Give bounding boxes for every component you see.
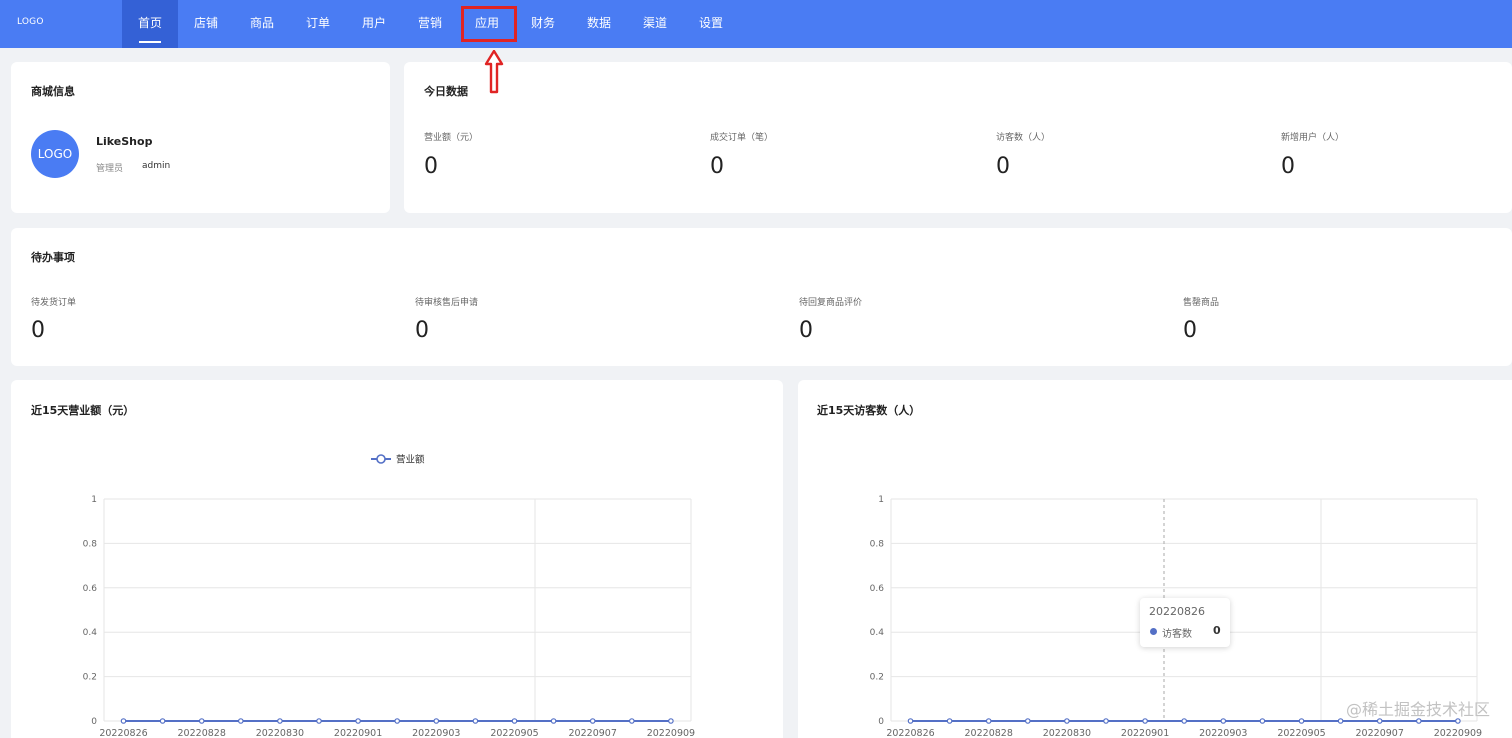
revenue-data-point — [589, 718, 596, 724]
revenue-data-point — [120, 718, 127, 724]
tooltip-series-marker — [1150, 628, 1157, 635]
visitor-y-tick-label: 0 — [878, 717, 884, 727]
visitor-data-point — [1298, 718, 1305, 724]
revenue-y-tick-label: 1 — [91, 495, 97, 505]
visitor-x-tick-label: 20220903 — [1199, 728, 1247, 738]
visitor-data-point — [985, 718, 992, 724]
revenue-x-tick-label: 20220828 — [178, 728, 226, 738]
revenue-data-point — [198, 718, 205, 724]
revenue-x-tick-label: 20220830 — [256, 728, 304, 738]
visitor-data-point — [1142, 718, 1148, 724]
revenue-x-tick-label: 20220826 — [99, 728, 147, 738]
revenue-data-point — [316, 718, 322, 724]
annotation-highlight-box — [461, 6, 517, 42]
charts-layer: 0 0.2 0.4 0.6 0.8 1 20220826 20220828 20220830 20… — [83, 454, 1482, 738]
visitor-x-tick-label: 20220828 — [965, 728, 1013, 738]
revenue-x-tick-label: 20220903 — [412, 728, 460, 738]
revenue-data-point — [238, 718, 244, 724]
tooltip-value: 0 — [1213, 624, 1221, 637]
visitor-y-tick-label: 0.8 — [870, 539, 885, 549]
visitor-data-point — [946, 718, 953, 724]
revenue-data-point — [668, 718, 674, 724]
visitor-x-tick-label: 20220909 — [1434, 728, 1482, 738]
visitor-data-point — [1025, 718, 1031, 724]
revenue-data-point — [394, 718, 401, 724]
visitor-data-point — [1337, 718, 1344, 724]
visitor-data-point — [1103, 718, 1109, 724]
revenue-data-point — [277, 718, 283, 724]
watermark: @稀土掘金技术社区 — [1345, 700, 1490, 719]
revenue-data-point — [472, 718, 479, 724]
chart-tooltip: 20220826 访客数 0 — [1140, 598, 1230, 647]
revenue-data-point — [628, 718, 635, 724]
revenue-data-point — [550, 718, 557, 724]
visitor-y-tick-label: 0.4 — [870, 628, 885, 638]
revenue-data-point — [433, 718, 440, 724]
visitor-x-tick-label: 20220830 — [1043, 728, 1091, 738]
visitor-y-tick-label: 0.2 — [870, 673, 884, 683]
revenue-x-tick-label: 20220905 — [490, 728, 538, 738]
revenue-y-tick-label: 0.2 — [83, 673, 97, 683]
revenue-y-tick-label: 0.8 — [83, 539, 98, 549]
revenue-y-tick-label: 0 — [91, 717, 97, 727]
visitor-x-tick-label: 20220905 — [1277, 728, 1325, 738]
revenue-x-tick-label: 20220907 — [569, 728, 617, 738]
visitor-x-tick-label: 20220901 — [1121, 728, 1169, 738]
revenue-data-point — [159, 718, 166, 724]
revenue-legend-marker — [376, 454, 386, 464]
revenue-x-tick-label: 20220909 — [647, 728, 695, 738]
visitor-y-tick-label: 1 — [878, 495, 884, 505]
tooltip-date: 20220826 — [1149, 605, 1205, 618]
revenue-data-point — [511, 718, 518, 724]
visitor-x-tick-label: 20220826 — [886, 728, 934, 738]
annotation-up-arrow-icon — [484, 50, 504, 94]
visitor-x-tick-label: 20220907 — [1356, 728, 1404, 738]
visitor-data-point — [1220, 718, 1227, 724]
visitor-data-point — [1181, 718, 1188, 724]
visitor-y-tick-label: 0.6 — [870, 584, 885, 594]
visitor-data-point — [1259, 718, 1266, 724]
revenue-x-tick-label: 20220901 — [334, 728, 382, 738]
tooltip-series-name: 访客数 — [1162, 629, 1192, 640]
visitor-data-point — [907, 718, 914, 724]
visitor-data-point — [1064, 718, 1070, 724]
revenue-y-tick-label: 0.4 — [83, 628, 98, 638]
revenue-legend-label: 营业额 — [396, 454, 425, 466]
revenue-data-point — [355, 718, 361, 724]
revenue-y-tick-label: 0.6 — [83, 584, 98, 594]
